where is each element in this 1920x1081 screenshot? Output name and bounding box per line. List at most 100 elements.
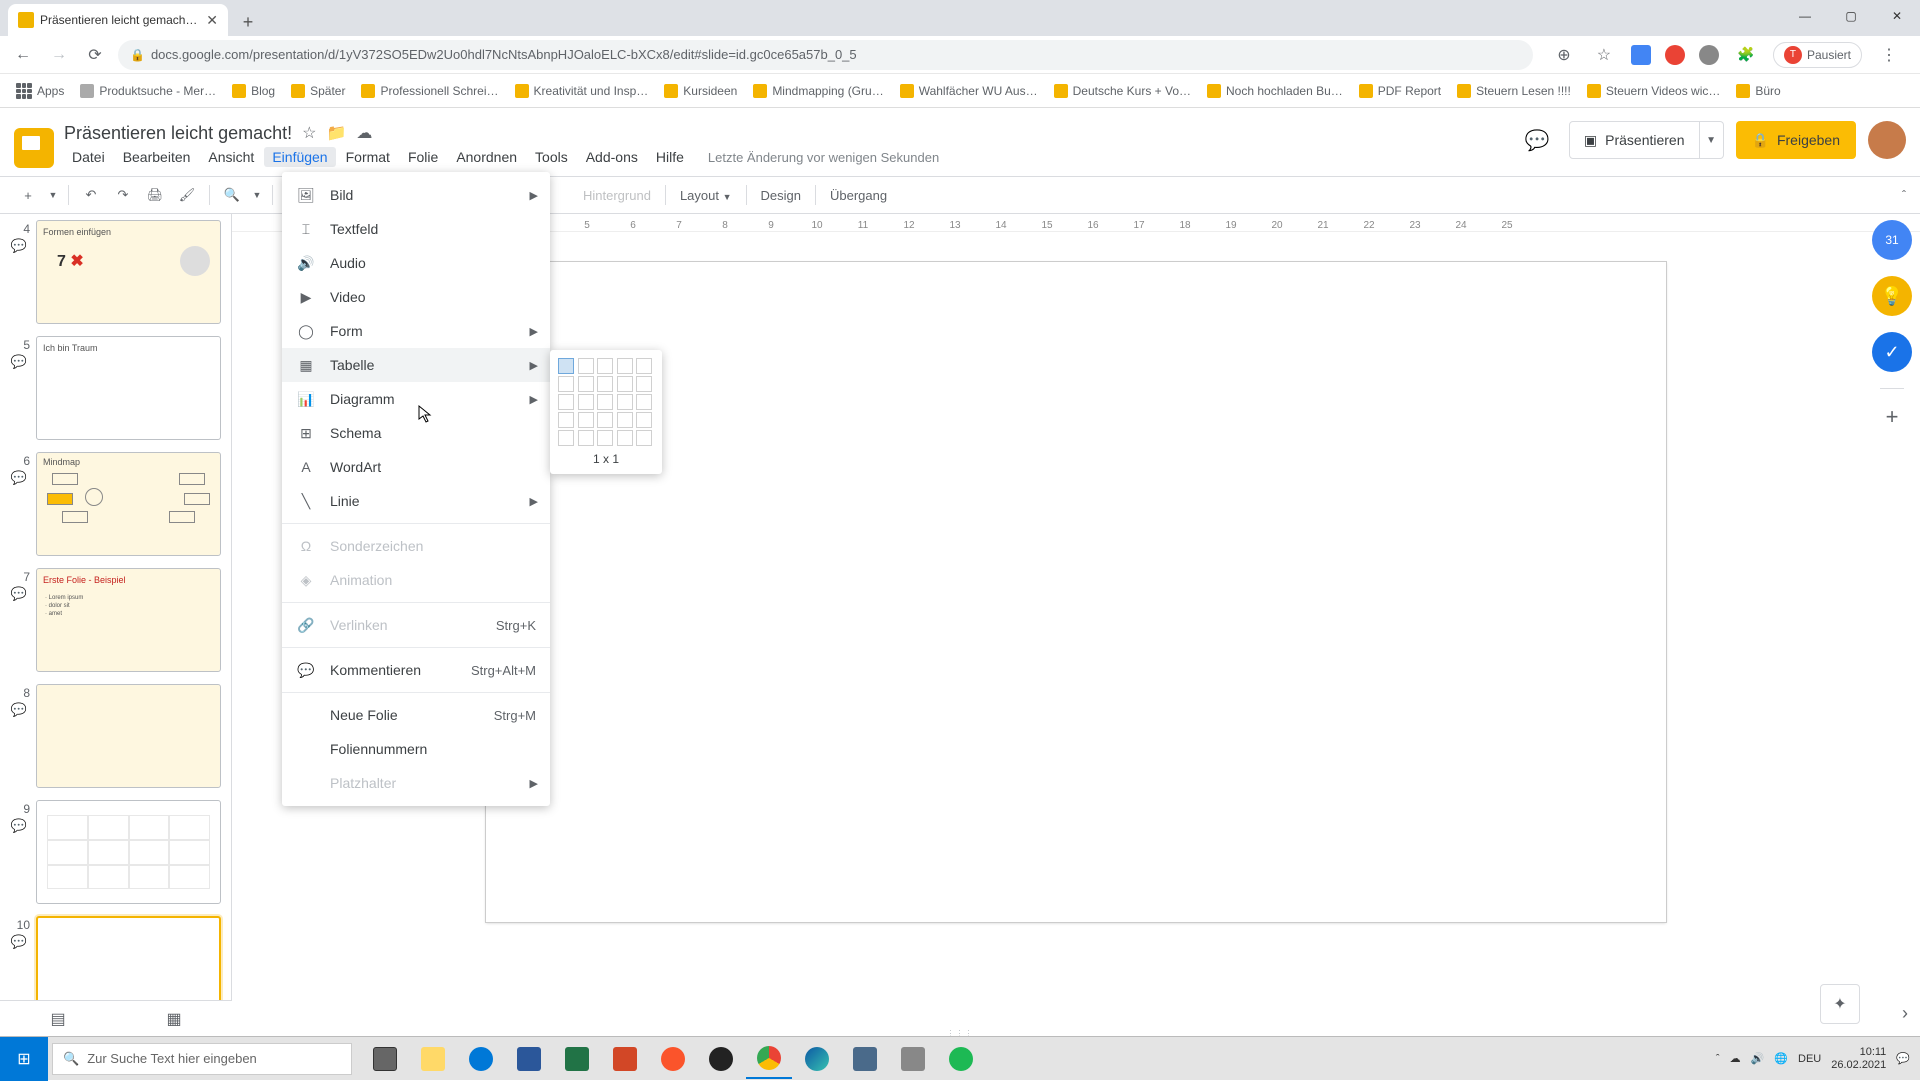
filmstrip-view-button[interactable]: ▤ <box>47 1008 69 1030</box>
slide-thumbnail[interactable]: 9💬 <box>8 800 221 904</box>
chrome-button[interactable] <box>746 1039 792 1079</box>
maximize-button[interactable]: ▢ <box>1828 0 1874 32</box>
bookmark-item[interactable]: Professionell Schrei… <box>355 81 504 101</box>
slide-thumbnail[interactable]: 6💬 Mindmap <box>8 452 221 556</box>
onedrive-icon[interactable]: ☁ <box>1730 1052 1741 1065</box>
table-cell[interactable] <box>558 376 574 392</box>
bookmark-item[interactable]: Steuern Lesen !!!! <box>1451 81 1577 101</box>
task-view-button[interactable] <box>362 1039 408 1079</box>
bookmark-item[interactable]: Kreativität und Insp… <box>509 81 655 101</box>
bookmark-item[interactable]: Deutsche Kurs + Vo… <box>1048 81 1197 101</box>
menu-item-tabelle[interactable]: ▦Tabelle▶ <box>282 348 550 382</box>
tasks-addon-button[interactable]: ✓ <box>1872 332 1912 372</box>
comment-icon[interactable]: 💬 <box>11 470 27 486</box>
cloud-status-icon[interactable]: ☁ <box>356 123 372 143</box>
url-input[interactable]: 🔒 docs.google.com/presentation/d/1yV372S… <box>118 40 1533 70</box>
table-cell[interactable] <box>597 358 613 374</box>
comment-icon[interactable]: 💬 <box>11 818 27 834</box>
windows-search-input[interactable]: 🔍 Zur Suche Text hier eingeben <box>52 1043 352 1075</box>
slide-thumbnail[interactable]: 8💬 <box>8 684 221 788</box>
menu-item-video[interactable]: ▶Video <box>282 280 550 314</box>
table-cell[interactable] <box>636 430 652 446</box>
table-cell[interactable] <box>578 358 594 374</box>
table-cell[interactable] <box>597 394 613 410</box>
edge2-button[interactable] <box>794 1039 840 1079</box>
new-slide-button[interactable]: + <box>14 181 42 209</box>
share-button[interactable]: 🔒 Freigeben <box>1736 121 1856 159</box>
table-cell[interactable] <box>597 376 613 392</box>
brave-button[interactable] <box>650 1039 696 1079</box>
new-tab-button[interactable]: + <box>234 8 262 36</box>
table-cell[interactable] <box>558 430 574 446</box>
slide-thumbnail[interactable]: 7💬 Erste Folie - Beispiel· Lorem ipsum· … <box>8 568 221 672</box>
new-slide-dropdown[interactable]: ▼ <box>46 181 60 209</box>
document-title[interactable]: Präsentieren leicht gemacht! <box>64 123 292 144</box>
volume-icon[interactable]: 🔊 <box>1751 1052 1765 1065</box>
menu-item-textfeld[interactable]: ⌶Textfeld <box>282 212 550 246</box>
table-cell[interactable] <box>636 412 652 428</box>
bookmark-item[interactable]: Steuern Videos wic… <box>1581 81 1727 101</box>
menu-addons[interactable]: Add-ons <box>578 147 646 167</box>
table-cell[interactable] <box>597 412 613 428</box>
network-icon[interactable]: 🌐 <box>1774 1052 1788 1065</box>
menu-item-form[interactable]: ◯Form▶ <box>282 314 550 348</box>
background-button[interactable]: Hintergrund <box>577 188 657 203</box>
obs-button[interactable] <box>698 1039 744 1079</box>
undo-button[interactable]: ↶ <box>77 181 105 209</box>
zoom-icon[interactable]: ⊕ <box>1551 42 1577 68</box>
table-cell[interactable] <box>578 376 594 392</box>
browser-tab[interactable]: Präsentieren leicht gemacht! - G ✕ <box>8 4 228 36</box>
slide-canvas[interactable] <box>486 262 1666 922</box>
table-cell[interactable] <box>558 358 574 374</box>
table-cell[interactable] <box>617 430 633 446</box>
menu-format[interactable]: Format <box>338 147 398 167</box>
print-button[interactable]: 🖨 <box>141 181 169 209</box>
slide-thumbnail[interactable]: 4💬 Formen einfügen7 ✖ <box>8 220 221 324</box>
bookmark-item[interactable]: Mindmapping (Gru… <box>747 81 889 101</box>
table-cell[interactable] <box>617 358 633 374</box>
menu-item-audio[interactable]: 🔊Audio <box>282 246 550 280</box>
zoom-button[interactable]: 🔍 <box>218 181 246 209</box>
comment-icon[interactable]: 💬 <box>11 354 27 370</box>
table-cell[interactable] <box>558 412 574 428</box>
bookmark-item[interactable]: Später <box>285 81 351 101</box>
add-addon-button[interactable]: + <box>1872 397 1912 437</box>
spotify-button[interactable] <box>938 1039 984 1079</box>
reload-button[interactable]: ⟳ <box>82 42 108 68</box>
menu-bearbeiten[interactable]: Bearbeiten <box>115 147 199 167</box>
present-dropdown-button[interactable]: ▼ <box>1700 121 1724 159</box>
comment-icon[interactable]: 💬 <box>11 238 27 254</box>
bookmark-item[interactable]: Noch hochladen Bu… <box>1201 81 1349 101</box>
table-cell[interactable] <box>597 430 613 446</box>
bookmark-item[interactable]: Produktsuche - Mer… <box>74 81 222 101</box>
table-cell[interactable] <box>578 394 594 410</box>
table-cell[interactable] <box>617 394 633 410</box>
browser-menu-icon[interactable]: ⋮ <box>1876 42 1902 68</box>
extensions-menu-icon[interactable]: 🧩 <box>1733 42 1759 68</box>
extension-icon[interactable] <box>1665 45 1685 65</box>
bookmark-item[interactable]: PDF Report <box>1353 81 1447 101</box>
profile-paused-badge[interactable]: T Pausiert <box>1773 42 1862 68</box>
table-cell[interactable] <box>578 412 594 428</box>
present-button[interactable]: ▣ Präsentieren <box>1569 121 1700 159</box>
forward-button[interactable]: → <box>46 42 72 68</box>
table-grid[interactable] <box>558 358 654 446</box>
collapse-toolbar-button[interactable]: ˆ <box>1902 188 1906 202</box>
close-window-button[interactable]: ✕ <box>1874 0 1920 32</box>
menu-item-kommentieren[interactable]: 💬KommentierenStrg+Alt+M <box>282 653 550 687</box>
menu-item-linie[interactable]: ╲Linie▶ <box>282 484 550 518</box>
redo-button[interactable]: ↷ <box>109 181 137 209</box>
table-cell[interactable] <box>617 412 633 428</box>
comment-icon[interactable]: 💬 <box>11 934 27 950</box>
bookmark-item[interactable]: Kursideen <box>658 81 743 101</box>
menu-datei[interactable]: Datei <box>64 147 113 167</box>
minimize-button[interactable]: ― <box>1782 0 1828 32</box>
star-icon[interactable]: ☆ <box>302 123 316 143</box>
keep-addon-button[interactable]: 💡 <box>1872 276 1912 316</box>
side-panel-toggle[interactable]: › <box>1902 1003 1908 1024</box>
bookmark-item[interactable]: Blog <box>226 81 281 101</box>
menu-item-bild[interactable]: 🖼Bild▶ <box>282 178 550 212</box>
table-cell[interactable] <box>617 376 633 392</box>
slides-logo-icon[interactable] <box>14 128 54 168</box>
comments-button[interactable]: 💬 <box>1517 120 1557 160</box>
